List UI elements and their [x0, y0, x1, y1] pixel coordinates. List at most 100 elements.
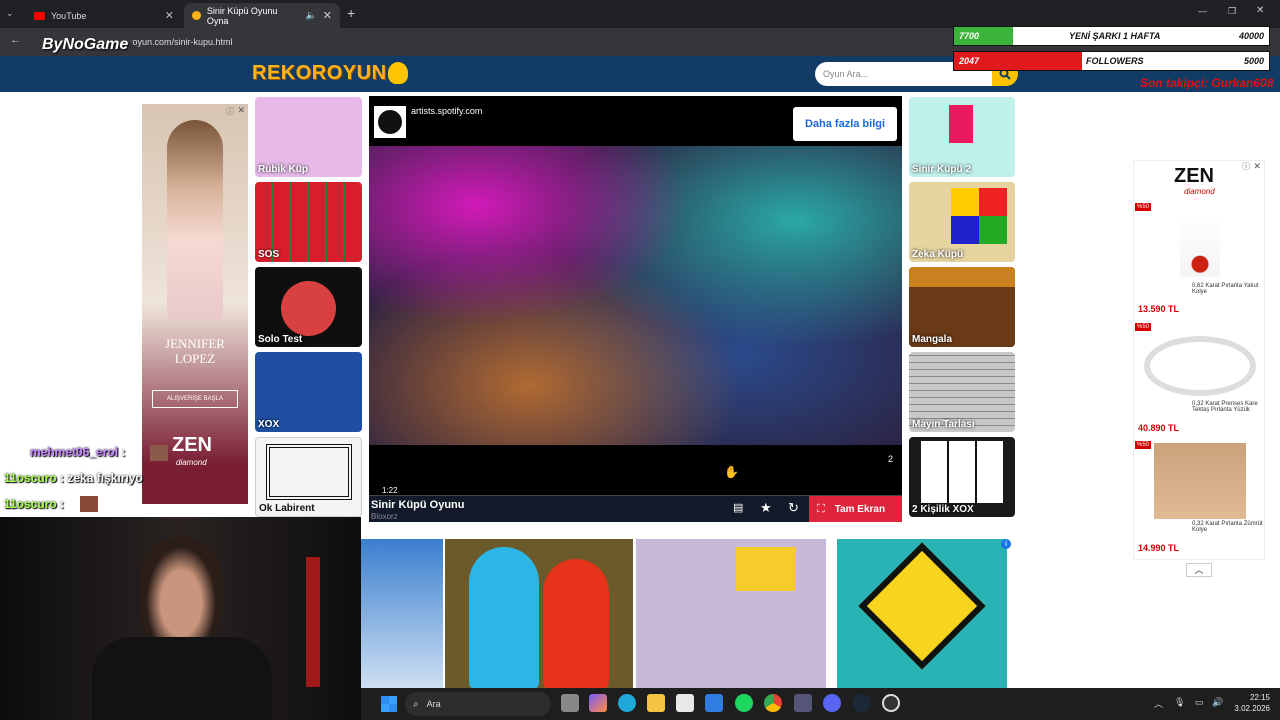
ad-info-icon[interactable]: ⓘ — [226, 106, 234, 117]
taskbar-search-label: Ara — [426, 699, 441, 709]
ad-cta-button[interactable]: ALIŞVERİŞE BAŞLA — [152, 390, 238, 408]
ad-brand-sub: diamond — [1184, 187, 1215, 196]
chat-text: : zeka fışkırıyo — [60, 471, 143, 485]
search-icon: ⌕ — [413, 698, 419, 710]
star-icon[interactable]: ★ — [760, 500, 772, 516]
ad-source: artists.spotify.com — [411, 106, 483, 116]
tile-label: SOS — [258, 249, 280, 260]
tab-label: Sinir Küpü Oyunu Oyna — [206, 5, 278, 26]
fullscreen-button[interactable]: ⛶ Tam Ekran — [809, 496, 902, 522]
chat-user: 11oscuro — [4, 471, 57, 485]
tray-chevron-icon[interactable]: ︿ — [1154, 697, 1163, 710]
ad-close-icon[interactable]: ✕ — [237, 105, 245, 116]
game-thumb-geometry-dash[interactable]: i — [837, 539, 1011, 689]
fullscreen-label: Tam Ekran — [834, 503, 886, 515]
game-tile-rubik-kup[interactable]: Rubik Küp — [255, 97, 362, 177]
game-tile-mayin-tarlasi[interactable]: Mayın Tarlası — [909, 352, 1015, 432]
ad-info-icon[interactable]: ⓘ — [1242, 161, 1250, 172]
chat-emote — [150, 445, 168, 461]
game-tile-sinir-kupu-2[interactable]: Sinir Küpü 2 — [909, 97, 1015, 177]
comment-icon[interactable]: ▤ — [733, 501, 743, 514]
ad-sponsor-sub: diamond — [176, 458, 207, 467]
edge-icon[interactable] — [618, 694, 636, 712]
game-tile-mangala[interactable]: Mangala — [909, 267, 1015, 347]
tab-label: YouTube — [51, 10, 87, 21]
product-price: 40.890 TL — [1138, 423, 1180, 433]
goal-target: 40000 — [1238, 31, 1264, 41]
cube-graphic — [949, 105, 973, 143]
microphone-icon[interactable]: 🎙 — [1174, 697, 1185, 708]
fullscreen-icon: ⛶ — [817, 502, 825, 515]
spotify-taskbar-icon[interactable] — [735, 694, 753, 712]
product-image — [1180, 213, 1220, 277]
crown-graphic — [736, 547, 796, 591]
minimize-button[interactable]: — — [1198, 6, 1207, 16]
discord-icon[interactable] — [823, 694, 841, 712]
url-field[interactable]: rekoroyun.com/sinir-kupu.html — [84, 33, 964, 51]
game-thumb-fireboy-watergirl[interactable] — [445, 539, 633, 689]
close-tab-button[interactable]: ✕ — [165, 9, 174, 22]
fireboy-figure — [543, 559, 609, 689]
mail-icon[interactable] — [705, 694, 723, 712]
ad-right[interactable]: ⓘ ✕ ZEN diamond %50 0,62 Karat Pırlanta … — [1133, 160, 1265, 560]
taskbar-search[interactable]: ⌕ Ara — [405, 692, 551, 716]
tab-sinir-kupu[interactable]: Sinir Küpü Oyunu Oyna 🔈 ✕ — [184, 3, 340, 28]
ad-sponsor-logo: ZEN — [172, 434, 212, 456]
clock-time[interactable]: 22:15 — [1238, 693, 1270, 702]
ad-video — [369, 146, 902, 445]
back-icon[interactable]: ← — [10, 34, 21, 46]
product-name: 0,32 Karat Pırlanta Zümrüt Kolye — [1192, 521, 1263, 533]
solo-board — [281, 281, 336, 336]
ad-learn-more-button[interactable]: Daha fazla bilgi — [793, 107, 897, 141]
scroll-up-button[interactable]: ︿ — [1186, 563, 1212, 577]
logo-mascot-icon — [388, 62, 408, 84]
tile-label: Solo Test — [258, 334, 303, 345]
chat-message: 11oscuro : zeka fışkırıyo — [4, 471, 143, 485]
game-tile-xox[interactable]: XOX — [255, 352, 362, 432]
task-view-icon[interactable] — [561, 694, 579, 712]
game-tile-solo-test[interactable]: Solo Test — [255, 267, 362, 347]
clock-date[interactable]: 3.02.2026 — [1226, 704, 1270, 713]
ad-info-icon[interactable]: i — [1001, 539, 1011, 549]
mouse-cursor: ✋ — [724, 465, 739, 479]
game-author: Bloxorz — [371, 512, 398, 521]
ad-close-icon[interactable]: ✕ — [1253, 161, 1261, 172]
chat-text: : — [121, 445, 126, 459]
chat-message: 11oscuro : — [4, 497, 64, 511]
steam-icon[interactable] — [853, 694, 871, 712]
goal-value: 7700 — [959, 31, 980, 41]
screen: { "browser": { "tabs": [ {"label": "YouT… — [0, 0, 1280, 720]
copilot-icon[interactable] — [589, 694, 607, 712]
discount-badge: %50 — [1135, 323, 1152, 331]
ad-left[interactable]: ⓘ ✕ JENNIFER LOPEZ ALIŞVERİŞE BAŞLA ZEN … — [142, 104, 248, 504]
store-icon[interactable] — [676, 694, 694, 712]
network-icon[interactable]: ▭ — [1195, 697, 1204, 708]
game-tile-2-kisilik-xox[interactable]: 2 Kişilik XOX — [909, 437, 1015, 517]
reload-icon[interactable]: ↻ — [788, 500, 799, 516]
game-thumb-hammer[interactable] — [361, 539, 443, 689]
tab-youtube[interactable]: YouTube ✕ — [26, 3, 182, 28]
game-tile-sos[interactable]: SOS — [255, 182, 362, 262]
game-thumb-king[interactable] — [636, 539, 826, 689]
red-light — [306, 557, 320, 687]
site-logo[interactable]: REKOROYUN — [252, 62, 387, 85]
goal-value: 2047 — [959, 56, 980, 66]
speaker-icon[interactable]: 🔈 — [306, 10, 317, 21]
volume-icon[interactable]: 🔊 — [1212, 697, 1223, 708]
chat-message: mehmet06_erol : — [4, 445, 125, 459]
close-window-button[interactable]: ✕ — [1256, 5, 1264, 16]
chrome-icon[interactable] — [764, 694, 782, 712]
new-tab-button[interactable]: + — [347, 5, 355, 21]
game-tile-ok-labirent[interactable]: Ok Labirent — [255, 437, 362, 517]
app-icon[interactable] — [794, 694, 812, 712]
windows-start-icon[interactable] — [381, 696, 397, 712]
watergirl-figure — [469, 547, 539, 689]
file-explorer-icon[interactable] — [647, 694, 665, 712]
tab-list-icon[interactable]: ⌄ — [6, 8, 14, 19]
product-image — [1144, 336, 1256, 396]
obs-icon[interactable] — [882, 694, 900, 712]
close-tab-button[interactable]: ✕ — [323, 9, 332, 22]
maximize-button[interactable]: ❐ — [1228, 6, 1236, 17]
game-tile-zeka-kupu[interactable]: Zeka Küpü — [909, 182, 1015, 262]
spotify-icon — [374, 106, 406, 138]
